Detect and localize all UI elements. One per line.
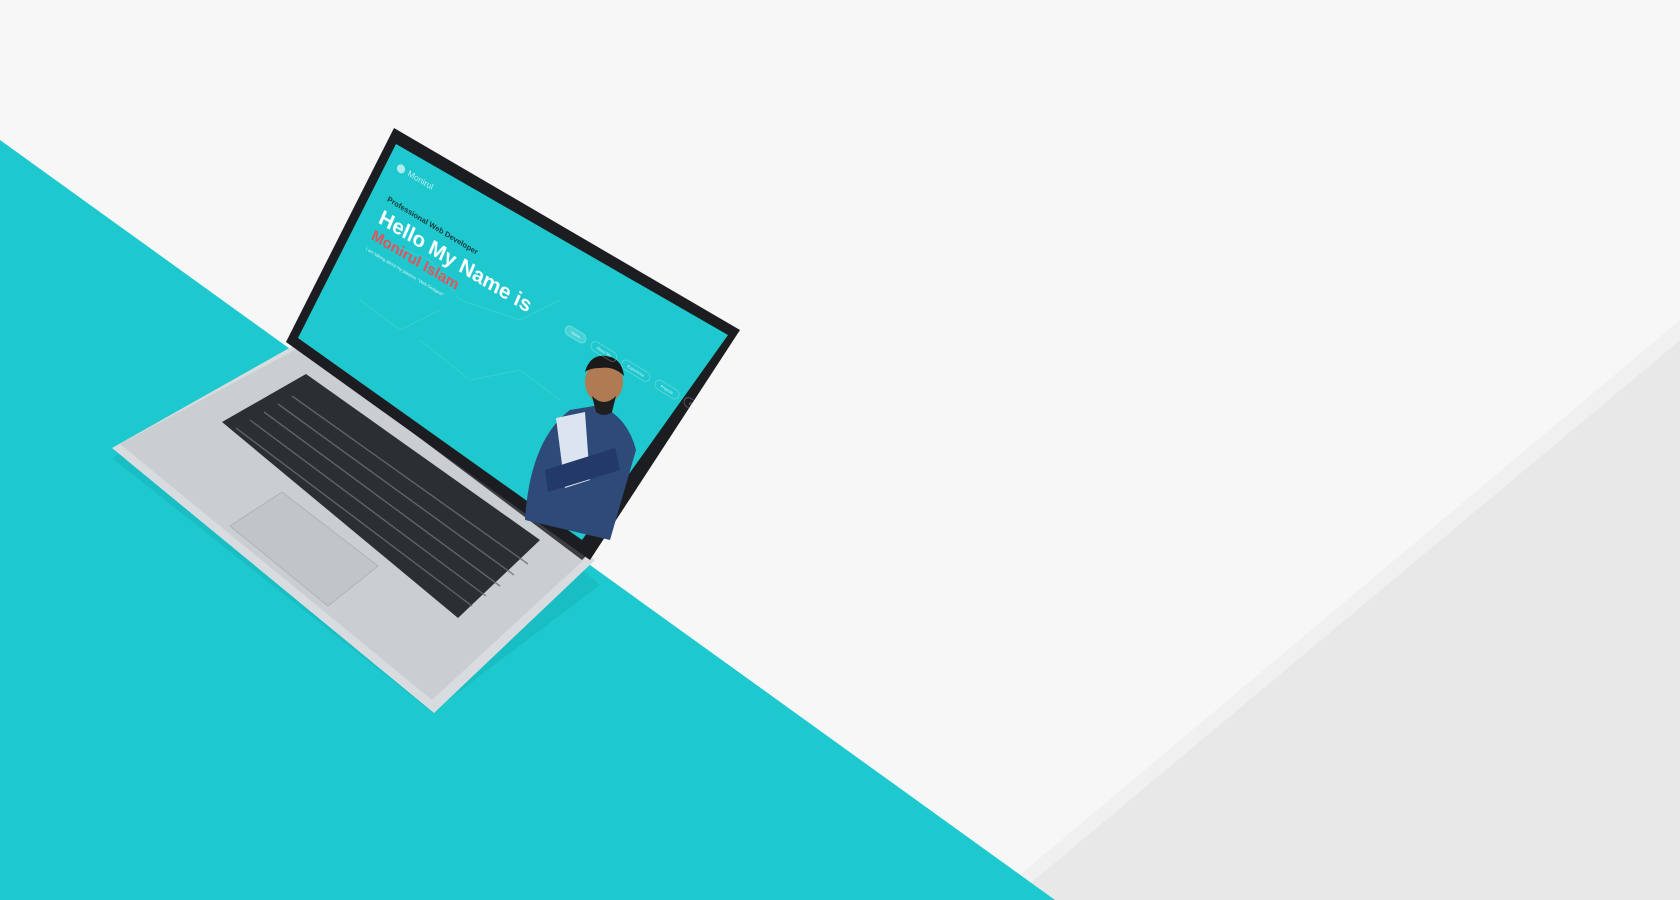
- logo-text: Monirul: [406, 168, 435, 192]
- logo-icon: [395, 162, 407, 175]
- nav-item-experience[interactable]: Experience: [619, 357, 653, 385]
- nav-item-contact[interactable]: Contact Me: [681, 394, 715, 422]
- site-nav: Home About Me Experience Projects Contac…: [563, 323, 715, 422]
- nav-item-home[interactable]: Home: [563, 323, 589, 346]
- nav-item-projects[interactable]: Projects: [653, 377, 681, 402]
- background-scene: [0, 128, 1680, 900]
- nav-item-about[interactable]: About Me: [588, 339, 619, 365]
